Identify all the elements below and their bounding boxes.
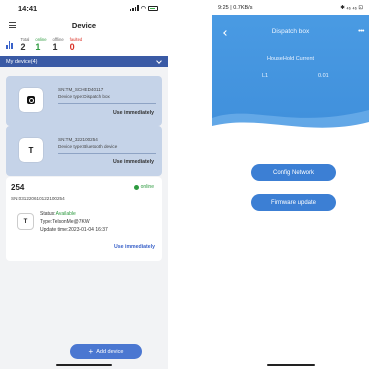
use-immediately-button[interactable]: Use immediately xyxy=(114,244,155,250)
add-device-button[interactable]: + Add device xyxy=(70,344,142,359)
plus-icon: + xyxy=(88,346,94,356)
firmware-update-button[interactable]: Firmware update xyxy=(251,194,336,211)
bluetooth-device-icon: T xyxy=(19,138,43,162)
header-panel: 9:25 | 0.7KB/s ✱ ₄₆ ₄₆ ⊡ Dispatch box ••… xyxy=(212,0,369,138)
device-status: Status:Available xyxy=(40,211,76,217)
chevron-down-icon xyxy=(156,57,162,64)
dispatch-box-icon xyxy=(19,88,43,112)
device-sn: SN:TM_322100254 xyxy=(58,137,98,142)
stat-offline: offline 1 xyxy=(52,37,64,52)
device-type: Device type:Bluetooth device xyxy=(58,144,118,149)
l1-value: 0.01 xyxy=(318,73,329,79)
device-sn: SN:031220610122100254 xyxy=(11,196,65,201)
menu-icon[interactable] xyxy=(9,22,16,28)
battery-icon xyxy=(148,5,158,11)
device-card-bluetooth[interactable]: T SN:TM_322100254 Device type:Bluetooth … xyxy=(6,126,162,176)
dispatch-box-screen: 9:25 | 0.7KB/s ✱ ₄₆ ₄₆ ⊡ Dispatch box ••… xyxy=(212,0,369,369)
stat-total: Total 2 xyxy=(20,37,30,52)
device-card-dispatch[interactable]: SN:TM_SCHED40117 Device type:Dispatch bo… xyxy=(6,76,162,126)
device-type: Type:TelsonMe@7KW xyxy=(40,219,90,225)
stat-online: online 1 xyxy=(35,37,47,52)
online-dot-icon xyxy=(133,184,139,190)
page-title: Device xyxy=(71,20,97,30)
device-icon: T xyxy=(17,213,34,230)
update-time: Update time:2023-01-04 16:37 xyxy=(40,227,108,233)
use-immediately-button[interactable]: Use immediately xyxy=(113,110,154,116)
status-bar: 14:41 ◠ xyxy=(0,0,168,16)
stat-faulted: faulted 0 xyxy=(69,37,83,52)
page-title: Dispatch box xyxy=(271,28,310,35)
top-header: Device xyxy=(0,16,168,34)
status-bar: 9:25 | 0.7KB/s ✱ ₄₆ ₄₆ ⊡ xyxy=(212,0,369,15)
device-detail-card[interactable]: 254 online SN:031220610122100254 T Statu… xyxy=(6,177,162,261)
config-network-button[interactable]: Config Network xyxy=(251,164,336,181)
signal-icon xyxy=(129,5,139,11)
device-type: Device type:Dispatch box xyxy=(58,94,110,99)
l1-label: L1 xyxy=(262,73,269,79)
more-icon[interactable]: ••• xyxy=(358,28,364,35)
status-badge: online xyxy=(133,184,154,190)
device-sn: SN:TM_SCHED40117 xyxy=(58,87,104,92)
stats-row: Total 2 online 1 offline 1 faulted 0 xyxy=(0,34,168,56)
device-list-screen: 14:41 ◠ Device Total 2 online 1 offline … xyxy=(0,0,168,369)
wifi-icon: ◠ xyxy=(140,5,146,12)
home-indicator xyxy=(56,364,112,366)
device-number: 254 xyxy=(11,183,25,192)
wave-decoration xyxy=(212,110,369,138)
status-time: 14:41 xyxy=(18,3,38,13)
home-indicator xyxy=(267,364,315,366)
use-immediately-button[interactable]: Use immediately xyxy=(113,159,154,165)
current-label: HouseHold Current xyxy=(266,56,315,62)
my-devices-label: My device(4) xyxy=(6,58,38,65)
bar-chart-icon xyxy=(6,41,13,49)
my-devices-dropdown[interactable]: My device(4) xyxy=(0,56,168,67)
